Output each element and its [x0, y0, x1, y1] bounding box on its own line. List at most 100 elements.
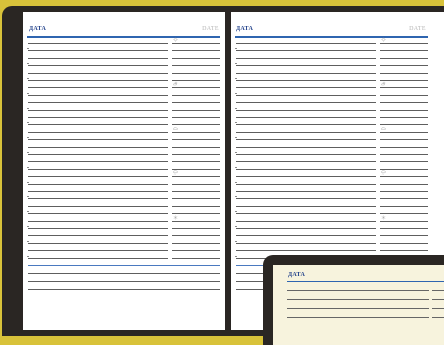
row-marker — [235, 196, 237, 197]
notes-column-line — [380, 176, 428, 177]
ruled-line — [28, 184, 168, 185]
second-planner-header-rule — [287, 281, 444, 283]
notes-column-line — [172, 110, 220, 111]
ruled-line — [28, 176, 168, 177]
ruled-line — [28, 43, 168, 44]
row-marker — [27, 256, 29, 257]
ruled-line — [236, 176, 376, 177]
notes-column-line — [380, 169, 428, 170]
notes-column-line — [380, 191, 428, 192]
notes-column-line — [172, 132, 220, 133]
notes-column-line — [172, 139, 220, 140]
ruled-line — [236, 43, 376, 44]
ruled-line — [28, 58, 168, 59]
ruled-line — [28, 191, 168, 192]
notes-column-line — [380, 221, 428, 222]
ruled-line — [236, 102, 376, 103]
notes-column-line — [380, 139, 428, 140]
notes-column-line — [380, 73, 428, 74]
right-page-title: ДАТА — [236, 26, 254, 32]
notes-column-line — [172, 87, 220, 88]
ruled-line — [28, 102, 168, 103]
second-planner-line — [432, 308, 444, 309]
ruled-line — [28, 95, 168, 96]
ruled-line — [28, 228, 168, 229]
notes-column-line — [380, 213, 428, 214]
notes-column-line — [172, 258, 220, 259]
left-page-title: ДАТА — [29, 26, 47, 32]
row-marker — [235, 78, 237, 79]
second-planner-page: ДАТА — [273, 265, 444, 345]
sun-icon — [173, 37, 178, 42]
ruled-line — [28, 117, 168, 118]
notes-column-line — [380, 132, 428, 133]
notes-column-line — [172, 65, 220, 66]
row-marker — [235, 256, 237, 257]
notes-column-line — [380, 110, 428, 111]
ruled-line — [236, 243, 376, 244]
notes-column-line — [172, 73, 220, 74]
row-marker — [235, 241, 237, 242]
second-planner-line — [287, 290, 429, 291]
ruled-line — [236, 139, 376, 140]
ruled-line — [236, 50, 376, 51]
row-marker — [235, 182, 237, 183]
row-marker — [27, 152, 29, 153]
rain-icon — [173, 170, 178, 175]
ruled-line — [236, 213, 376, 214]
ruled-line — [236, 169, 376, 170]
notes-column-line — [172, 102, 220, 103]
notes-column-line — [380, 161, 428, 162]
ruled-line — [28, 110, 168, 111]
notes-column-line — [172, 228, 220, 229]
ruled-line — [28, 132, 168, 133]
row-marker — [27, 196, 29, 197]
row-marker — [27, 137, 29, 138]
ruled-line — [28, 87, 168, 88]
ruled-line — [28, 147, 168, 148]
notes-column-line — [172, 235, 220, 236]
row-marker — [27, 108, 29, 109]
ruled-line — [28, 154, 168, 155]
row-marker — [27, 78, 29, 79]
ruled-line — [28, 221, 168, 222]
notes-column-line — [172, 58, 220, 59]
row-marker — [27, 63, 29, 64]
notes-column-line — [380, 117, 428, 118]
snow-icon — [173, 215, 178, 220]
ruled-line — [236, 80, 376, 81]
notes-column-line — [172, 176, 220, 177]
row-marker — [27, 167, 29, 168]
cloud-icon — [381, 126, 386, 131]
ruled-line — [28, 213, 168, 214]
ruled-line — [236, 65, 376, 66]
notes-column-line — [380, 65, 428, 66]
row-marker — [235, 211, 237, 212]
notes-column-line — [380, 198, 428, 199]
row-marker — [27, 226, 29, 227]
notes-column-line — [380, 250, 428, 251]
bottom-ruled-line — [28, 289, 220, 290]
notes-column-line — [172, 250, 220, 251]
ruled-line — [28, 139, 168, 140]
ruled-line — [28, 198, 168, 199]
snow-icon — [381, 215, 386, 220]
row-marker — [27, 211, 29, 212]
ruled-line — [236, 198, 376, 199]
notes-column-line — [172, 147, 220, 148]
row-marker — [235, 167, 237, 168]
notes-column-line — [172, 243, 220, 244]
second-planner-line — [287, 299, 429, 300]
notes-column-line — [172, 80, 220, 81]
ruled-line — [236, 132, 376, 133]
row-marker — [27, 122, 29, 123]
notes-column-line — [380, 228, 428, 229]
notes-column-line — [380, 147, 428, 148]
notes-column-line — [380, 243, 428, 244]
row-marker — [235, 122, 237, 123]
notes-column-line — [172, 50, 220, 51]
notes-column-line — [380, 124, 428, 125]
second-planner-line — [287, 308, 429, 309]
ruled-line — [28, 169, 168, 170]
ruled-line — [28, 65, 168, 66]
